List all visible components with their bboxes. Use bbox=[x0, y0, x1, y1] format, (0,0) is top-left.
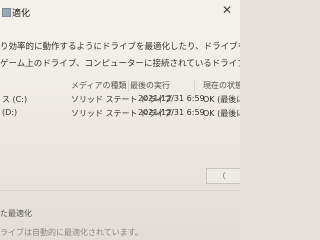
column-header-media-type[interactable]: メディアの種類 bbox=[71, 80, 126, 91]
drive-table: メディアの種類 最後の実行 現在の状態 ス (C:) ソリッド ステート ドライ… bbox=[0, 80, 240, 118]
title-bar: 適化 ✕ bbox=[0, 0, 240, 26]
status-cell: OK (最後に実行してから0 bbox=[203, 109, 240, 118]
analyze-button[interactable]: ( bbox=[206, 168, 240, 184]
auto-optimize-status-text: ライブは自動的に最適化されています。 bbox=[0, 228, 143, 237]
column-separator[interactable] bbox=[194, 80, 195, 92]
column-separator[interactable] bbox=[128, 80, 129, 92]
scheduled-optimization-panel: ( た最適化 ライブは自動的に最適化されています。 bbox=[0, 152, 240, 240]
scheduled-optimization-label: た最適化 bbox=[0, 209, 32, 218]
table-row[interactable]: ス (C:) ソリッド ステート ドライブ 2021/12/31 6:59 OK… bbox=[0, 94, 240, 106]
divider bbox=[0, 190, 240, 191]
status-cell: OK (最後に実行してから0 bbox=[203, 95, 240, 104]
close-button[interactable]: ✕ bbox=[214, 0, 240, 20]
drive-name: ス (C:) bbox=[2, 95, 28, 104]
optimize-drives-window: 適化 ✕ り効率的に動作するようにドライブを最適化したり、ドライブを分析して最適… bbox=[0, 0, 240, 240]
last-run-cell: 2021/12/31 6:59 bbox=[138, 108, 205, 117]
drive-name: (D:) bbox=[2, 108, 18, 117]
description-line-1: り効率的に動作するようにドライブを最適化したり、ドライブを分析して最適化が必要か… bbox=[0, 42, 240, 52]
column-header-status[interactable]: 現在の状態 bbox=[203, 80, 240, 91]
table-row[interactable]: (D:) ソリッド ステート ドライブ 2021/12/31 6:59 OK (… bbox=[0, 108, 240, 120]
last-run-cell: 2021/12/31 6:59 bbox=[138, 94, 205, 103]
description-line-2: ゲーム上のドライブ、コンピューターに接続されているドライブが表示されます。 bbox=[0, 59, 240, 69]
column-header-last-run[interactable]: 最後の実行 bbox=[130, 80, 170, 91]
app-icon bbox=[2, 8, 11, 17]
window-title: 適化 bbox=[12, 9, 31, 19]
